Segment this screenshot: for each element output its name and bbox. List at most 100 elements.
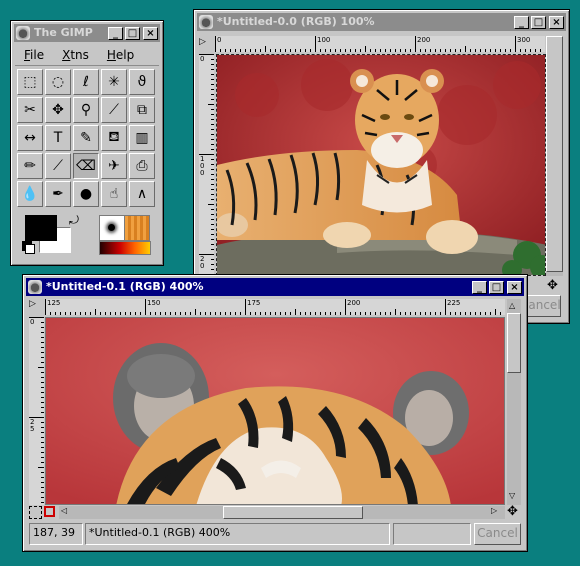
scroll-down-arrow[interactable]: ▽ [509, 491, 515, 500]
image-canvas[interactable] [216, 54, 546, 276]
measure-tool[interactable]: ∧ [129, 181, 155, 207]
smudge-icon: ☝ [109, 186, 119, 202]
flip-tool[interactable]: ↔ [17, 125, 43, 151]
horizontal-ruler[interactable]: 125 150 175 200 225 [45, 299, 505, 315]
ruler-label: 175 [247, 299, 261, 307]
ellipse-select-icon: ◌ [51, 74, 65, 90]
maximize-button[interactable]: □ [489, 280, 504, 294]
menu-arrow-button[interactable]: ▷ [199, 37, 213, 51]
paintbrush-tool[interactable]: ⟋ [45, 153, 71, 179]
measure-icon: ∧ [136, 186, 148, 202]
clone-tool[interactable]: ⎙ [129, 153, 155, 179]
crop-tool[interactable]: ⟋ [101, 97, 127, 123]
bucket-fill-tool[interactable]: ⛾ [101, 125, 127, 151]
vertical-scrollbar[interactable] [546, 36, 563, 276]
scroll-left-arrow[interactable]: ◁ [61, 506, 67, 515]
ellipse-select-tool[interactable]: ◌ [45, 69, 71, 95]
menu-xtns[interactable]: Xtns [53, 48, 98, 62]
menu-arrow-button[interactable]: ▷ [29, 299, 43, 313]
quickmask-on-icon[interactable] [44, 506, 55, 517]
default-colors-icon[interactable] [25, 244, 35, 254]
quickmask-off-icon[interactable] [29, 506, 42, 519]
scroll-up-arrow[interactable]: △ [509, 301, 515, 310]
image-canvas[interactable] [45, 317, 505, 505]
bezier-select-tool[interactable]: ϑ [129, 69, 155, 95]
transform-tool[interactable]: ⧉ [129, 97, 155, 123]
crop-icon: ⟋ [109, 102, 119, 118]
close-button[interactable]: × [549, 15, 564, 29]
ruler-label: 2 0 [200, 255, 205, 270]
color-picker-tool[interactable]: ✎ [73, 125, 99, 151]
airbrush-tool[interactable]: ✈ [101, 153, 127, 179]
free-select-tool[interactable]: ℓ [73, 69, 99, 95]
ink-tool[interactable]: ✒ [45, 181, 71, 207]
move-tool[interactable]: ✥ [45, 97, 71, 123]
vertical-ruler[interactable]: 0 2 5 [29, 317, 44, 505]
blur-tool[interactable]: 💧 [17, 181, 43, 207]
foreground-color-swatch[interactable] [25, 215, 57, 241]
color-picker-icon: ✎ [80, 130, 92, 146]
ink-icon: ✒ [52, 186, 64, 202]
color-area: ⤾ [17, 211, 87, 261]
status-text: *Untitled-0.1 (RGB) 400% [85, 523, 390, 545]
bucket-fill-icon: ⛾ [108, 129, 120, 145]
paintbrush-icon: ⟋ [53, 158, 63, 174]
scroll-right-arrow[interactable]: ▷ [491, 506, 497, 515]
vertical-scroll-thumb[interactable] [507, 313, 521, 373]
close-button[interactable]: × [507, 280, 522, 294]
dodge-burn-tool[interactable]: ● [73, 181, 99, 207]
zoom-window-title: *Untitled-0.1 (RGB) 400% [46, 280, 204, 293]
maximize-button[interactable]: □ [125, 26, 140, 40]
pencil-tool[interactable]: ✏ [17, 153, 43, 179]
eraser-tool[interactable]: ⌫ [73, 153, 99, 179]
minimize-button[interactable]: _ [472, 280, 487, 294]
intelligent-scissors-icon: ✂ [24, 102, 36, 118]
toolbox-menubar: File Xtns Help [15, 45, 159, 66]
text-tool[interactable]: T [45, 125, 71, 151]
swap-colors-icon[interactable]: ⤾ [69, 213, 79, 228]
magnify-tool[interactable]: ⚲ [73, 97, 99, 123]
navigate-icon[interactable]: ✥ [547, 278, 558, 293]
vertical-scroll-thumb[interactable] [546, 36, 563, 272]
ruler-label: 0 [30, 318, 35, 326]
zoom-window-titlebar[interactable]: *Untitled-0.1 (RGB) 400% _ □ × [26, 278, 524, 296]
gimp-logo-icon [16, 26, 30, 40]
blend-tool[interactable]: ▥ [129, 125, 155, 151]
zoom-cancel-button[interactable]: Cancel [474, 523, 521, 545]
horizontal-scrollbar[interactable]: ◁ ▷ [59, 506, 505, 519]
smudge-tool[interactable]: ☝ [101, 181, 127, 207]
pattern-indicator[interactable] [124, 215, 150, 241]
free-select-icon: ℓ [83, 74, 89, 90]
magnify-icon: ⚲ [80, 102, 92, 118]
transform-icon: ⧉ [137, 102, 147, 118]
close-button[interactable]: × [143, 26, 158, 40]
intelligent-scissors-tool[interactable]: ✂ [17, 97, 43, 123]
horizontal-scroll-thumb[interactable] [223, 506, 363, 519]
eraser-icon: ⌫ [76, 158, 96, 174]
menu-file[interactable]: File [15, 48, 53, 62]
brush-indicator[interactable] [99, 215, 125, 241]
main-window-titlebar[interactable]: *Untitled-0.0 (RGB) 100% _ □ × [197, 13, 566, 31]
maximize-button[interactable]: □ [531, 15, 546, 29]
minimize-button[interactable]: _ [514, 15, 529, 29]
fuzzy-select-icon: ✳ [108, 74, 120, 90]
ruler-label: 200 [347, 299, 361, 307]
text-icon: T [53, 130, 63, 146]
menu-help[interactable]: Help [98, 48, 143, 62]
toolbox-titlebar[interactable]: The GIMP _ □ × [14, 24, 160, 42]
ruler-label: 2 5 [30, 418, 35, 433]
vertical-ruler[interactable]: 0 1 0 0 2 0 [199, 54, 214, 274]
minimize-button[interactable]: _ [108, 26, 123, 40]
navigate-icon[interactable]: ✥ [507, 504, 518, 519]
horizontal-ruler[interactable]: 0 100 200 300 [215, 36, 545, 52]
gradient-indicator[interactable] [99, 241, 151, 255]
ruler-label: 300 [517, 36, 531, 44]
ruler-label: 100 [317, 36, 331, 44]
ruler-label: 0 [200, 55, 205, 63]
toolbox-title: The GIMP [34, 26, 93, 39]
vertical-scrollbar[interactable]: △ ▽ [507, 299, 521, 505]
fuzzy-select-tool[interactable]: ✳ [101, 69, 127, 95]
rect-select-tool[interactable]: ⬚ [17, 69, 43, 95]
ruler-label: 1 0 0 [200, 155, 205, 177]
tiger-photo [217, 55, 545, 275]
